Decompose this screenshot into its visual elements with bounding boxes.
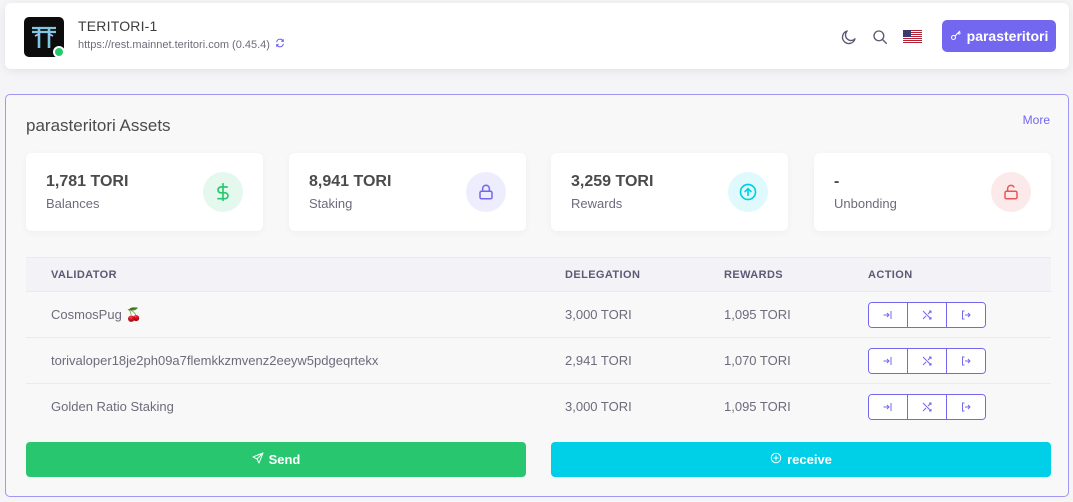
cherry-emoji: 🍒 xyxy=(125,307,142,322)
key-icon xyxy=(950,28,962,44)
redelegate-icon[interactable] xyxy=(908,395,947,419)
validator-name: torivaloper18je2ph09a7flemkkzmvenz2eeyw5… xyxy=(51,353,379,368)
unbond-icon[interactable] xyxy=(947,303,985,327)
action-group xyxy=(868,302,986,328)
delegation-amount: 2,941 TORI xyxy=(565,353,632,368)
lock-icon xyxy=(466,172,506,212)
rewards-amount: 1,070 TORI xyxy=(724,353,791,368)
unbond-icon[interactable] xyxy=(947,395,985,419)
table-header: VALIDATOR DELEGATION REWARDS ACTION xyxy=(26,257,1051,292)
online-status-dot xyxy=(53,46,65,58)
assets-card: parasteritori Assets More 1,781 TORI Bal… xyxy=(5,94,1069,497)
stat-value: 8,941 TORI xyxy=(309,173,392,190)
sync-icon[interactable] xyxy=(275,38,285,51)
plus-circle-icon xyxy=(770,452,782,467)
account-label: parasteritori xyxy=(966,28,1049,44)
stat-label: Staking xyxy=(309,196,353,211)
rewards-amount: 1,095 TORI xyxy=(724,399,791,414)
delegation-amount: 3,000 TORI xyxy=(565,399,632,414)
table-row: torivaloper18je2ph09a7flemkkzmvenz2eeyw5… xyxy=(26,338,1051,384)
delegate-icon[interactable] xyxy=(869,349,908,373)
rest-endpoint[interactable]: https://rest.mainnet.teritori.com (0.45.… xyxy=(78,38,285,51)
validator-name: Golden Ratio Staking xyxy=(51,399,174,414)
stat-staking: 8,941 TORI Staking xyxy=(289,153,526,231)
stat-balances: 1,781 TORI Balances xyxy=(26,153,263,231)
col-delegation: DELEGATION xyxy=(565,269,641,281)
assets-title: parasteritori Assets xyxy=(26,116,171,135)
action-group xyxy=(868,394,986,420)
top-navbar: TERITORI-1 https://rest.mainnet.teritori… xyxy=(5,3,1069,69)
moon-icon[interactable] xyxy=(839,27,859,47)
redelegate-icon[interactable] xyxy=(908,303,947,327)
rest-url-text: https://rest.mainnet.teritori.com (0.45.… xyxy=(78,38,270,51)
stat-rewards: 3,259 TORI Rewards xyxy=(551,153,788,231)
unbond-icon[interactable] xyxy=(947,349,985,373)
unlock-icon xyxy=(991,172,1031,212)
chain-logo xyxy=(24,17,65,58)
stat-label: Balances xyxy=(46,196,100,211)
col-action: ACTION xyxy=(868,269,913,281)
receive-button[interactable]: receive xyxy=(551,442,1051,477)
action-group xyxy=(868,348,986,374)
us-flag-icon[interactable] xyxy=(903,30,922,43)
delegations-table: VALIDATOR DELEGATION REWARDS ACTION Cosm… xyxy=(26,257,1051,430)
send-label: Send xyxy=(268,452,301,467)
col-rewards: REWARDS xyxy=(724,269,784,281)
stat-value: - xyxy=(834,173,840,190)
stat-value: 1,781 TORI xyxy=(46,173,129,190)
table-row: Golden Ratio Staking 3,000 TORI 1,095 TO… xyxy=(26,384,1051,430)
stat-unbonding: - Unbonding xyxy=(814,153,1051,231)
account-button[interactable]: parasteritori xyxy=(942,20,1056,52)
receive-label: receive xyxy=(787,452,832,467)
delegate-icon[interactable] xyxy=(869,303,908,327)
delegate-icon[interactable] xyxy=(869,395,908,419)
send-icon xyxy=(252,452,264,467)
more-link[interactable]: More xyxy=(1023,113,1050,127)
search-icon[interactable] xyxy=(870,27,890,47)
stat-value: 3,259 TORI xyxy=(571,173,654,190)
validator-name: CosmosPug 🍒 xyxy=(51,307,142,322)
dollar-icon xyxy=(203,172,243,212)
delegation-amount: 3,000 TORI xyxy=(565,307,632,322)
rewards-amount: 1,095 TORI xyxy=(724,307,791,322)
stat-label: Unbonding xyxy=(834,196,897,211)
col-validator: VALIDATOR xyxy=(51,269,117,281)
table-row: CosmosPug 🍒 3,000 TORI 1,095 TORI xyxy=(26,292,1051,338)
chain-name: TERITORI-1 xyxy=(78,18,158,34)
redelegate-icon[interactable] xyxy=(908,349,947,373)
arrow-up-circle-icon xyxy=(728,172,768,212)
send-button[interactable]: Send xyxy=(26,442,526,477)
stat-label: Rewards xyxy=(571,196,623,211)
